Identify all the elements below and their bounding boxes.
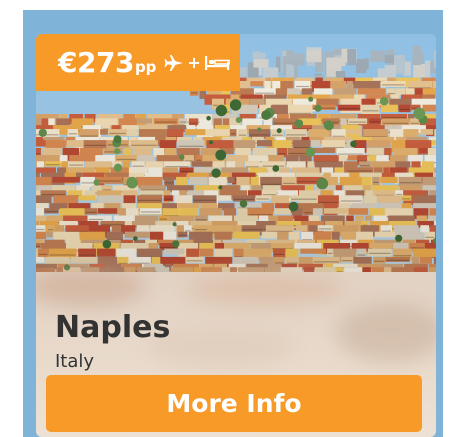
blurred-background: [336, 302, 436, 362]
destination-photo: €273 pp +: [36, 34, 436, 272]
price-plus-separator: +: [187, 53, 201, 72]
price-unit: pp: [134, 58, 157, 76]
destination-card-frame: €273 pp + Naples Italy More Info: [23, 10, 443, 437]
plane-icon: [164, 54, 184, 72]
bed-icon: [204, 55, 230, 71]
more-info-button[interactable]: More Info: [46, 375, 422, 432]
blurred-background: [186, 272, 346, 307]
price-badge: €273 pp +: [36, 34, 240, 91]
destination-card[interactable]: €273 pp + Naples Italy More Info: [36, 34, 436, 437]
price-amount: €273: [58, 46, 134, 79]
country-name: Italy: [55, 351, 95, 372]
city-name: Naples: [55, 310, 171, 345]
destination-info-panel: Naples Italy More Info: [36, 267, 436, 437]
blurred-background: [36, 267, 146, 307]
